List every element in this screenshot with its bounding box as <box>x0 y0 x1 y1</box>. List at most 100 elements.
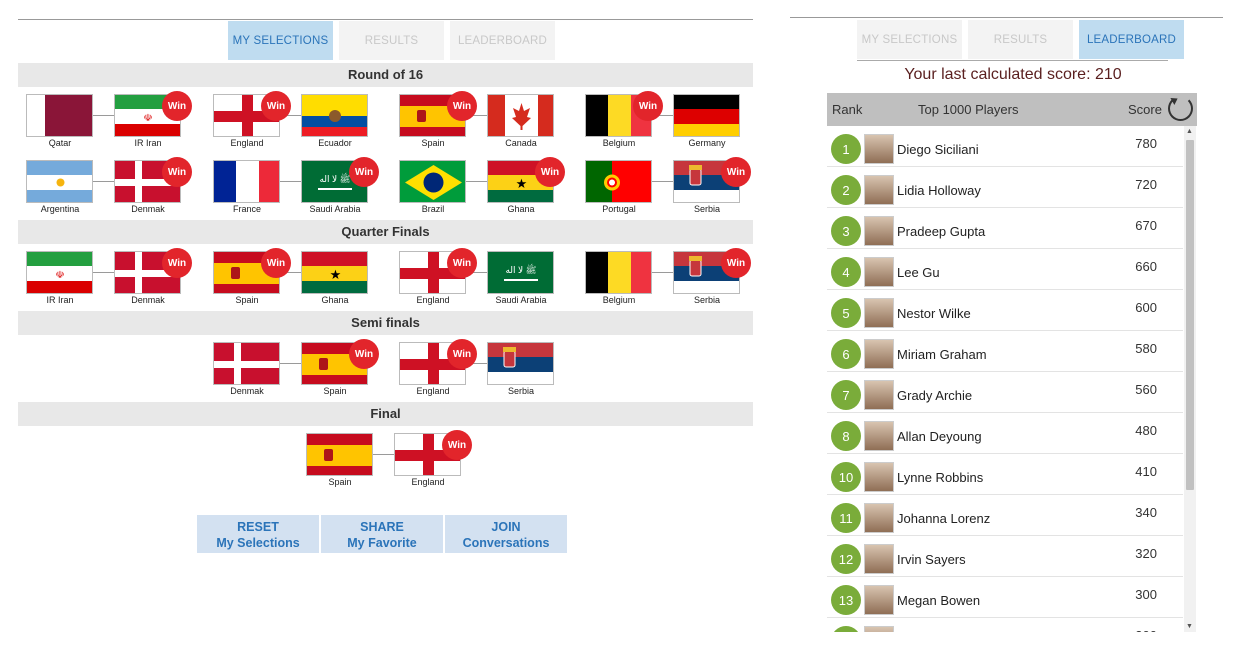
flag-ghana[interactable]: ★ <box>301 251 368 294</box>
rank-badge: 1 <box>831 134 861 164</box>
avatar <box>864 216 894 246</box>
leaderboard-row[interactable]: 5 Nestor Wilke 600 <box>827 290 1183 331</box>
team-name: Spain <box>323 386 347 396</box>
left-top-divider <box>18 19 753 20</box>
team-name: Argentina <box>40 204 80 214</box>
team-name: Spain <box>421 138 445 148</box>
flag-serbia[interactable] <box>487 342 554 385</box>
scrollbar-thumb[interactable] <box>1186 140 1194 490</box>
leaderboard-row[interactable]: 4 Lee Gu 660 <box>827 249 1183 290</box>
player-name: Megan Bowen <box>897 593 981 608</box>
leaderboard-list[interactable]: 1 Diego Siciliani 780 2 Lidia Holloway 720 3 Pr… <box>827 126 1183 632</box>
leaderboard-row[interactable]: 2 Lidia Holloway 720 <box>827 167 1183 208</box>
join-conversations-button[interactable]: JOIN Conversations <box>445 515 567 553</box>
round-of-16-header: Round of 16 <box>18 63 753 87</box>
rank-badge: 2 <box>831 175 861 205</box>
team-name: IR Iran <box>134 138 162 148</box>
leaderboard-row[interactable]: 11 Johanna Lorenz 340 <box>827 495 1183 536</box>
flag-argentina[interactable] <box>26 160 93 203</box>
tab-my-selections[interactable]: MY SELECTIONS <box>857 20 962 59</box>
flag-france[interactable] <box>213 160 280 203</box>
reset-sublabel: My Selections <box>216 536 300 550</box>
refresh-icon[interactable] <box>1168 96 1193 121</box>
flag-brazil[interactable] <box>399 160 466 203</box>
match-connector <box>466 181 487 182</box>
player-name: Johanna Lorenz <box>897 511 991 526</box>
win-badge: Win <box>349 339 379 369</box>
team-name: England <box>416 295 450 305</box>
tab-results[interactable]: RESULTS <box>968 20 1073 59</box>
match-connector <box>280 181 301 182</box>
reset-selections-button[interactable]: RESET My Selections <box>197 515 319 553</box>
player-name: Grady Archie <box>897 388 973 403</box>
scroll-down-icon[interactable]: ▼ <box>1186 623 1193 630</box>
team-name: Serbia <box>693 295 720 305</box>
team-name: Spain <box>235 295 259 305</box>
action-buttons: RESET My Selections SHARE My Favorite JOIN… <box>197 515 567 553</box>
rank-badge: 6 <box>831 339 861 369</box>
win-badge: Win <box>162 248 192 278</box>
avatar <box>864 626 894 632</box>
leaderboard-scrollbar[interactable]: ▲ ▼ <box>1184 126 1196 632</box>
win-badge: Win <box>447 339 477 369</box>
rank-badge: 10 <box>831 462 861 492</box>
team-name: Belgium <box>602 138 636 148</box>
player-score: 410 <box>1135 464 1157 479</box>
leaderboard-row[interactable]: 10 Lynne Robbins 410 <box>827 454 1183 495</box>
semi-finals-header: Semi finals <box>18 311 753 335</box>
leaderboard-row[interactable]: 3 Pradeep Gupta 670 <box>827 208 1183 249</box>
svg-text:★: ★ <box>516 176 528 191</box>
tab-leaderboard[interactable]: LEADERBOARD <box>1079 20 1184 59</box>
flag-belgium[interactable] <box>585 251 652 294</box>
leaderboard-row[interactable]: 1 Diego Siciliani 780 <box>827 126 1183 167</box>
score-column-header: Score <box>1128 102 1162 117</box>
player-score: 600 <box>1135 300 1157 315</box>
leaderboard-row[interactable]: 13 Megan Bowen 300 <box>827 577 1183 618</box>
avatar <box>864 380 894 410</box>
team-name: Saudi Arabia <box>495 295 547 305</box>
team-name: Denmak <box>131 295 165 305</box>
flag-canada[interactable] <box>487 94 554 137</box>
player-score: 670 <box>1135 218 1157 233</box>
player-score: 480 <box>1135 423 1157 438</box>
share-favorite-button[interactable]: SHARE My Favorite <box>321 515 443 553</box>
match-connector <box>93 181 114 182</box>
flag-spain[interactable] <box>306 433 373 476</box>
tab-my-selections[interactable]: MY SELECTIONS <box>228 21 333 60</box>
leaderboard-row[interactable]: 300 <box>827 618 1183 632</box>
team-name: Spain <box>328 477 352 487</box>
player-score: 340 <box>1135 505 1157 520</box>
flag-germany[interactable] <box>673 94 740 137</box>
rank-badge <box>831 626 861 632</box>
win-badge: Win <box>162 157 192 187</box>
win-badge: Win <box>162 91 192 121</box>
flag-ecuador[interactable] <box>301 94 368 137</box>
left-tab-bar: MY SELECTIONS RESULTS LEADERBOARD <box>228 21 555 60</box>
scroll-up-icon[interactable]: ▲ <box>1186 128 1193 135</box>
avatar <box>864 421 894 451</box>
tab-results[interactable]: RESULTS <box>339 21 444 60</box>
player-name: Miriam Graham <box>897 347 987 362</box>
team-name: France <box>232 204 261 214</box>
share-sublabel: My Favorite <box>347 536 417 550</box>
flag-iran[interactable]: ☫ <box>26 251 93 294</box>
tab-leaderboard[interactable]: LEADERBOARD <box>450 21 555 60</box>
win-badge: Win <box>447 91 477 121</box>
flag-saudi[interactable]: ﷺ ﻻ ﺍﻟﻪ <box>487 251 554 294</box>
leaderboard-row[interactable]: 12 Irvin Sayers 320 <box>827 536 1183 577</box>
leaderboard-row[interactable]: 6 Miriam Graham 580 <box>827 331 1183 372</box>
match-connector <box>93 272 114 273</box>
leaderboard-row[interactable]: 7 Grady Archie 560 <box>827 372 1183 413</box>
quarter-finals-header: Quarter Finals <box>18 220 753 244</box>
flag-denmark[interactable] <box>213 342 280 385</box>
player-score: 320 <box>1135 546 1157 561</box>
leaderboard-header: Rank Top 1000 Players Score <box>827 93 1197 126</box>
flag-qatar[interactable] <box>26 94 93 137</box>
join-sublabel: Conversations <box>462 536 550 550</box>
leaderboard-row[interactable]: 8 Allan Deyoung 480 <box>827 413 1183 454</box>
flag-portugal[interactable] <box>585 160 652 203</box>
avatar <box>864 175 894 205</box>
avatar <box>864 462 894 492</box>
svg-text:ﷺ ﻻ ﺍﻟﻪ: ﷺ ﻻ ﺍﻟﻪ <box>319 172 350 184</box>
win-badge: Win <box>261 248 291 278</box>
